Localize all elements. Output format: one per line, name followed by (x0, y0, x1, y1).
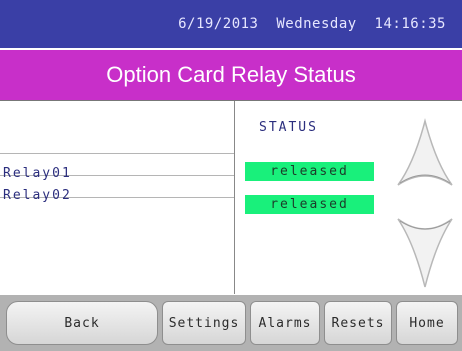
title-bar: Option Card Relay Status (0, 50, 462, 101)
chevron-down-icon[interactable] (392, 209, 458, 293)
bottom-button-bar: Back Settings Alarms Resets Home (0, 295, 462, 351)
status-column-header: STATUS (259, 120, 318, 135)
top-bar: 6/19/2013 Wednesday 14:16:35 (0, 0, 462, 48)
relay-status-1: released (245, 162, 374, 181)
column-divider (234, 101, 235, 294)
alarms-button[interactable]: Alarms (250, 301, 320, 345)
page-title: Option Card Relay Status (106, 62, 356, 87)
relay-status-2: released (245, 195, 374, 214)
chevron-up-icon[interactable] (392, 115, 458, 195)
settings-button[interactable]: Settings (162, 301, 246, 345)
back-button[interactable]: Back (6, 301, 158, 345)
resets-button[interactable]: Resets (324, 301, 392, 345)
row-divider (0, 153, 234, 154)
home-button[interactable]: Home (396, 301, 458, 345)
relay-status-panel: STATUS Relay01 released Relay02 released (0, 101, 462, 294)
datetime-display: 6/19/2013 Wednesday 14:16:35 (178, 16, 446, 32)
relay-name-2: Relay02 (3, 188, 72, 203)
relay-name-1: Relay01 (3, 166, 72, 181)
